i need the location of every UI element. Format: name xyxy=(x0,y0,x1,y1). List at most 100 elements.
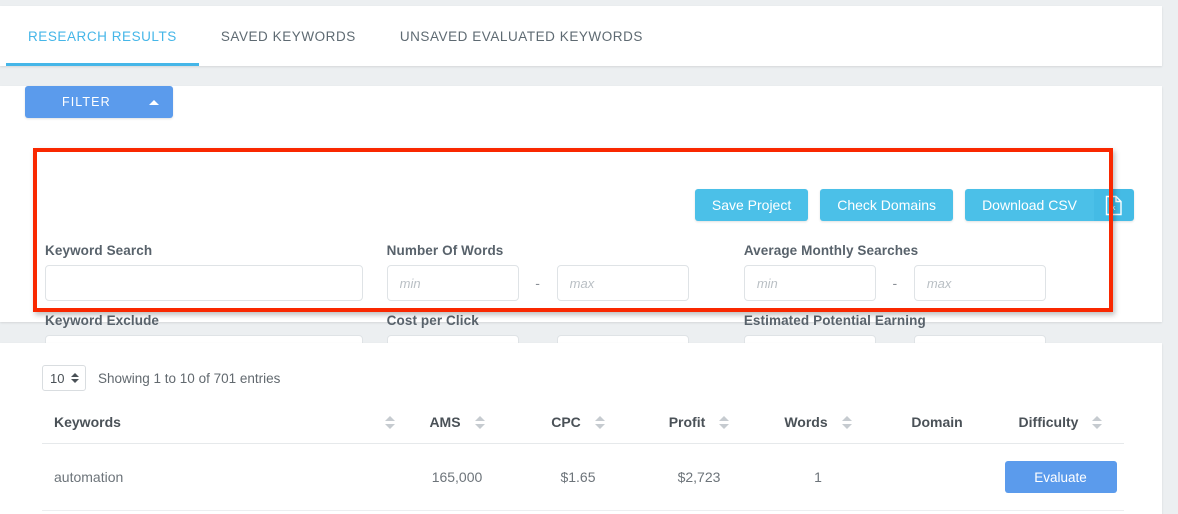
sort-icon-keywords[interactable] xyxy=(385,415,395,429)
sort-desc-icon xyxy=(474,423,485,429)
sort-asc-icon xyxy=(385,415,395,421)
sort-desc-icon xyxy=(385,423,395,429)
filter-card: FILTER Save Project Check Domains Downlo… xyxy=(0,86,1162,371)
tab-research-results-label: RESEARCH RESULTS xyxy=(28,28,177,44)
filter-field-row-1: Keyword Search Number Of Words - Average… xyxy=(45,243,1101,301)
column-header-difficulty-label: Difficulty xyxy=(1018,414,1079,430)
field-number-of-words: Number Of Words - xyxy=(386,243,744,301)
cell-keyword: email marketing xyxy=(42,510,397,514)
number-of-words-separator: - xyxy=(535,275,540,291)
column-header-keywords[interactable]: Keywords xyxy=(42,405,397,444)
sort-icon-ams[interactable] xyxy=(474,415,485,429)
sort-asc-icon xyxy=(719,415,730,421)
sort-asc-icon xyxy=(1092,415,1103,421)
filter-toggle-label: FILTER xyxy=(62,95,111,109)
action-button-group: Save Project Check Domains Download CSV … xyxy=(694,189,1134,221)
column-header-cpc-label: CPC xyxy=(551,414,581,430)
results-table-body: automation 165,000 $1.65 $2,723 1 Evalua… xyxy=(42,443,1124,514)
app-page: RESEARCH RESULTS SAVED KEYWORDS UNSAVED … xyxy=(0,0,1178,514)
cell-cpc: $15.66 xyxy=(517,510,639,514)
average-monthly-searches-range: - xyxy=(743,265,1101,301)
download-csv-label-part[interactable]: Download CSV xyxy=(965,189,1094,221)
evaluate-button[interactable]: Evaluate xyxy=(1004,461,1117,493)
sort-desc-icon xyxy=(841,423,852,429)
caret-up-icon xyxy=(149,99,159,105)
tab-research-results[interactable]: RESEARCH RESULTS xyxy=(6,6,199,66)
check-domains-label: Check Domains xyxy=(837,197,937,213)
sort-icon-profit[interactable] xyxy=(719,415,730,429)
column-header-cpc[interactable]: CPC xyxy=(517,405,639,444)
cell-keyword: automation xyxy=(42,443,397,511)
evaluate-button-label: Evaluate xyxy=(1034,469,1087,485)
table-row: automation 165,000 $1.65 $2,723 1 Evalua… xyxy=(42,443,1124,511)
results-table: Keywords AMS CPC Profit Words Domain Dif… xyxy=(42,405,1124,514)
field-keyword-search: Keyword Search xyxy=(45,243,387,301)
page-length-select-wrap: 10 xyxy=(42,365,86,391)
csv-file-icon: x xyxy=(1105,195,1122,215)
cell-difficulty: Evaluate xyxy=(997,510,1124,514)
save-project-label: Save Project xyxy=(711,197,792,213)
cell-domain xyxy=(877,443,997,511)
field-average-monthly-searches-label: Average Monthly Searches xyxy=(743,243,919,258)
tab-bar: RESEARCH RESULTS SAVED KEYWORDS UNSAVED … xyxy=(0,6,1162,66)
results-table-head: Keywords AMS CPC Profit Words Domain Dif… xyxy=(42,405,1124,444)
tab-unsaved-evaluated-keywords-label: UNSAVED EVALUATED KEYWORDS xyxy=(399,28,643,44)
keyword-search-input[interactable] xyxy=(45,265,363,301)
sort-desc-icon xyxy=(719,423,730,429)
save-project-button[interactable]: Save Project xyxy=(694,189,809,221)
filter-toggle-button[interactable]: FILTER xyxy=(25,86,173,118)
field-keyword-exclude-label: Keyword Exclude xyxy=(45,313,160,328)
cell-ams: 74,000 xyxy=(397,510,517,514)
column-header-words[interactable]: Words xyxy=(759,405,877,444)
cell-domain xyxy=(877,510,997,514)
tab-saved-keywords[interactable]: SAVED KEYWORDS xyxy=(199,6,378,66)
cell-difficulty: Evaluate xyxy=(997,443,1124,511)
number-of-words-min-input[interactable] xyxy=(386,265,519,301)
average-monthly-searches-separator: - xyxy=(892,275,898,291)
download-csv-button[interactable]: Download CSV x xyxy=(965,189,1134,221)
cell-cpc: $1.65 xyxy=(517,443,639,511)
cell-profit: $11,588 xyxy=(639,510,759,514)
sort-asc-icon xyxy=(474,415,485,421)
download-csv-icon-part[interactable]: x xyxy=(1094,189,1134,221)
check-domains-button[interactable]: Check Domains xyxy=(820,189,954,221)
field-keyword-search-label: Keyword Search xyxy=(45,243,153,258)
column-header-words-label: Words xyxy=(784,414,828,430)
column-header-ams-label: AMS xyxy=(429,414,461,430)
column-header-keywords-label: Keywords xyxy=(54,414,121,430)
download-csv-label: Download CSV xyxy=(982,197,1077,213)
sort-icon-difficulty[interactable] xyxy=(1092,415,1103,429)
column-header-domain: Domain xyxy=(877,405,997,444)
tab-unsaved-evaluated-keywords[interactable]: UNSAVED EVALUATED KEYWORDS xyxy=(378,6,665,66)
sort-icon-words[interactable] xyxy=(841,415,852,429)
cell-profit: $2,723 xyxy=(639,443,759,511)
field-average-monthly-searches: Average Monthly Searches - xyxy=(743,243,1101,301)
column-header-difficulty[interactable]: Difficulty xyxy=(997,405,1124,444)
tab-saved-keywords-label: SAVED KEYWORDS xyxy=(220,28,356,44)
field-estimated-potential-earning-label: Estimated Potential Earning xyxy=(743,313,926,328)
column-header-profit[interactable]: Profit xyxy=(639,405,759,444)
field-number-of-words-label: Number Of Words xyxy=(386,243,504,258)
sort-desc-icon xyxy=(594,423,605,429)
number-of-words-range: - xyxy=(386,265,744,301)
column-header-profit-label: Profit xyxy=(668,414,706,430)
table-header-row: Keywords AMS CPC Profit Words Domain Dif… xyxy=(42,405,1124,444)
cell-ams: 165,000 xyxy=(397,443,517,511)
average-monthly-searches-max-input[interactable] xyxy=(913,265,1046,301)
sort-icon-cpc[interactable] xyxy=(594,415,605,429)
showing-entries-text: Showing 1 to 10 of 701 entries xyxy=(98,370,281,386)
results-table-card: 10 Showing 1 to 10 of 701 entries Keywor… xyxy=(0,343,1162,514)
page-length-select[interactable]: 10 xyxy=(42,365,86,391)
column-header-ams[interactable]: AMS xyxy=(397,405,517,444)
sort-asc-icon xyxy=(594,415,605,421)
sort-desc-icon xyxy=(1092,423,1103,429)
average-monthly-searches-min-input[interactable] xyxy=(743,265,876,301)
column-header-domain-label: Domain xyxy=(911,414,963,430)
svg-text:x: x xyxy=(1112,203,1116,212)
table-controls: 10 Showing 1 to 10 of 701 entries xyxy=(0,343,1162,391)
tabs-card: RESEARCH RESULTS SAVED KEYWORDS UNSAVED … xyxy=(0,6,1162,66)
field-cost-per-click-label: Cost per Click xyxy=(386,313,479,328)
cell-words: 2 xyxy=(759,510,877,514)
sort-asc-icon xyxy=(841,415,852,421)
number-of-words-max-input[interactable] xyxy=(556,265,689,301)
